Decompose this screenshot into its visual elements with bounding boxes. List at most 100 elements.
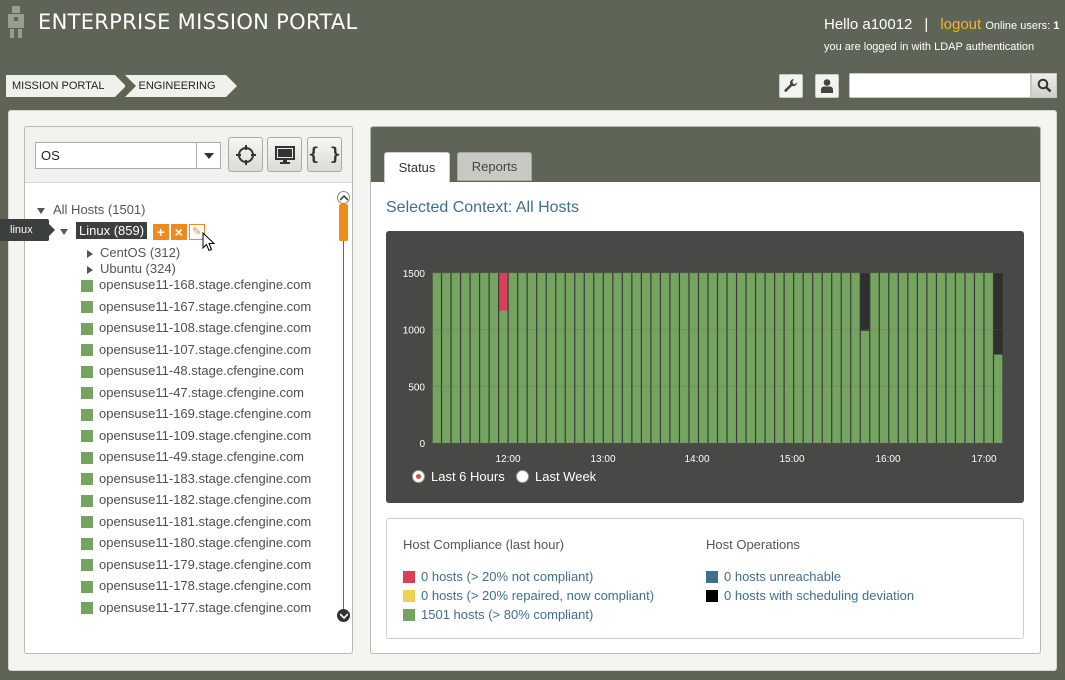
- tree-root[interactable]: All Hosts (1501): [37, 202, 145, 217]
- host-item[interactable]: opensuse11-169.stage.cfengine.com: [81, 406, 311, 421]
- chart-bar: [727, 272, 736, 443]
- operations-unreachable[interactable]: 0 hosts unreachable: [706, 569, 841, 584]
- tab-reports[interactable]: Reports: [457, 152, 532, 181]
- chart-bar: [908, 272, 917, 443]
- search-button[interactable]: [1031, 73, 1057, 98]
- x-tick-label: 12:00: [495, 454, 520, 465]
- compliance-title: Host Compliance (last hour): [403, 537, 565, 552]
- context-select[interactable]: OS: [35, 142, 221, 169]
- host-status-icon: [81, 430, 93, 443]
- range-option-week[interactable]: Last Week: [516, 469, 596, 484]
- host-item[interactable]: opensuse11-108.stage.cfengine.com: [81, 320, 311, 335]
- chart-bar: [784, 272, 794, 443]
- breadcrumb-engineering[interactable]: ENGINEERING: [124, 75, 237, 97]
- host-tree-panel: OS { } All Hosts (1501) Linux (859) + × …: [24, 126, 353, 654]
- breadcrumb-mission-portal[interactable]: MISSION PORTAL: [6, 75, 125, 97]
- host-item[interactable]: opensuse11-183.stage.cfengine.com: [81, 471, 311, 486]
- host-item[interactable]: opensuse11-49.stage.cfengine.com: [81, 449, 304, 464]
- chart-bar: [737, 272, 746, 443]
- host-item[interactable]: opensuse11-180.stage.cfengine.com: [81, 535, 311, 550]
- scrollbar-track[interactable]: [343, 204, 344, 612]
- range-option-6h[interactable]: Last 6 Hours: [412, 469, 505, 484]
- host-item[interactable]: opensuse11-182.stage.cfengine.com: [81, 492, 311, 507]
- host-item[interactable]: opensuse11-47.stage.cfengine.com: [81, 385, 304, 400]
- add-icon[interactable]: +: [152, 223, 169, 240]
- host-item[interactable]: opensuse11-107.stage.cfengine.com: [81, 342, 311, 357]
- radio-icon: [516, 470, 529, 483]
- host-item[interactable]: opensuse11-167.stage.cfengine.com: [81, 299, 311, 314]
- chart-bar: [584, 272, 594, 443]
- chart-bar: [565, 272, 575, 443]
- auth-note: you are logged in with LDAP authenticati…: [824, 41, 1035, 53]
- chart-bar: [451, 272, 460, 443]
- collapsed-icon: [87, 249, 93, 258]
- chart-bar: [537, 272, 546, 443]
- host-name: opensuse11-180.stage.cfengine.com: [99, 535, 312, 550]
- chart-bar: [556, 272, 565, 443]
- scroll-down-icon[interactable]: [337, 609, 350, 622]
- host-name: opensuse11-48.stage.cfengine.com: [99, 363, 305, 378]
- operations-title: Host Operations: [706, 537, 800, 552]
- chart-bar-segment: [860, 272, 870, 331]
- chart-bar: [870, 272, 879, 443]
- expand-icon: [60, 228, 68, 235]
- compliance-repaired[interactable]: 0 hosts (> 20% repaired, now compliant): [403, 588, 654, 603]
- chart-bar: [480, 272, 489, 443]
- compliance-chart: 1500 1000 500 0 12:00 13:00 14:00 15:00 16:00 17:…: [386, 231, 1024, 503]
- plot-area: [432, 273, 1003, 443]
- host-item[interactable]: opensuse11-179.stage.cfengine.com: [81, 557, 311, 572]
- scroll-up-icon[interactable]: [337, 191, 350, 204]
- host-status-icon: [81, 537, 93, 550]
- chart-bar: [803, 272, 813, 443]
- logout-link[interactable]: logout: [940, 16, 981, 33]
- host-status-icon: [81, 516, 93, 529]
- tab-status[interactable]: Status: [384, 152, 450, 183]
- left-toolbar: OS { }: [25, 127, 352, 183]
- chart-bar: [499, 310, 508, 443]
- chart-bar: [508, 272, 518, 443]
- delete-icon[interactable]: ×: [170, 223, 187, 240]
- compliance-compliant[interactable]: 1501 hosts (> 80% compliant): [403, 607, 593, 622]
- chart-bar: [461, 272, 470, 443]
- chart-bar: [699, 272, 708, 443]
- chart-bar: [851, 272, 860, 443]
- tree-node-linux[interactable]: Linux (859) + × ✎: [60, 222, 205, 240]
- chart-bar-segment: [499, 272, 508, 311]
- host-item[interactable]: opensuse11-181.stage.cfengine.com: [81, 514, 311, 529]
- operations-scheduling[interactable]: 0 hosts with scheduling deviation: [706, 588, 914, 603]
- host-status-icon: [81, 602, 93, 615]
- host-status-icon: [81, 494, 93, 507]
- chart-bar: [622, 272, 632, 443]
- tree-node-ubuntu[interactable]: Ubuntu (324): [87, 261, 176, 276]
- chart-bar: [917, 272, 927, 443]
- chart-bar: [994, 354, 1003, 443]
- chart-bar: [718, 272, 727, 443]
- host-item[interactable]: opensuse11-177.stage.cfengine.com: [81, 600, 311, 615]
- chart-bar: [946, 272, 955, 443]
- chart-bar: [632, 272, 641, 443]
- host-item[interactable]: opensuse11-109.stage.cfengine.com: [81, 428, 311, 443]
- user-button[interactable]: [815, 74, 839, 98]
- host-name: opensuse11-168.stage.cfengine.com: [99, 277, 312, 292]
- hosts-button[interactable]: [267, 137, 302, 172]
- json-button[interactable]: { }: [307, 137, 342, 172]
- chart-bar: [613, 272, 622, 443]
- host-status-icon: [81, 322, 93, 335]
- x-tick-label: 17:00: [971, 454, 996, 465]
- host-name: opensuse11-167.stage.cfengine.com: [99, 298, 312, 314]
- chart-bar: [470, 272, 479, 443]
- target-button[interactable]: [228, 137, 263, 172]
- settings-button[interactable]: [779, 74, 803, 98]
- chart-bar: [927, 272, 936, 443]
- chart-bar: [832, 272, 841, 443]
- chart-bar: [680, 272, 689, 443]
- search-input[interactable]: [849, 73, 1031, 98]
- host-item[interactable]: opensuse11-48.stage.cfengine.com: [81, 363, 304, 378]
- legend-swatch: [403, 570, 415, 583]
- host-item[interactable]: opensuse11-168.stage.cfengine.com: [81, 277, 311, 292]
- compliance-not-compliant[interactable]: 0 hosts (> 20% not compliant): [403, 569, 593, 584]
- y-tick-label: 1500: [403, 269, 426, 280]
- host-item[interactable]: opensuse11-178.stage.cfengine.com: [81, 578, 311, 593]
- tree-node-centos[interactable]: CentOS (312): [87, 245, 180, 260]
- scrollbar-thumb[interactable]: [339, 204, 348, 241]
